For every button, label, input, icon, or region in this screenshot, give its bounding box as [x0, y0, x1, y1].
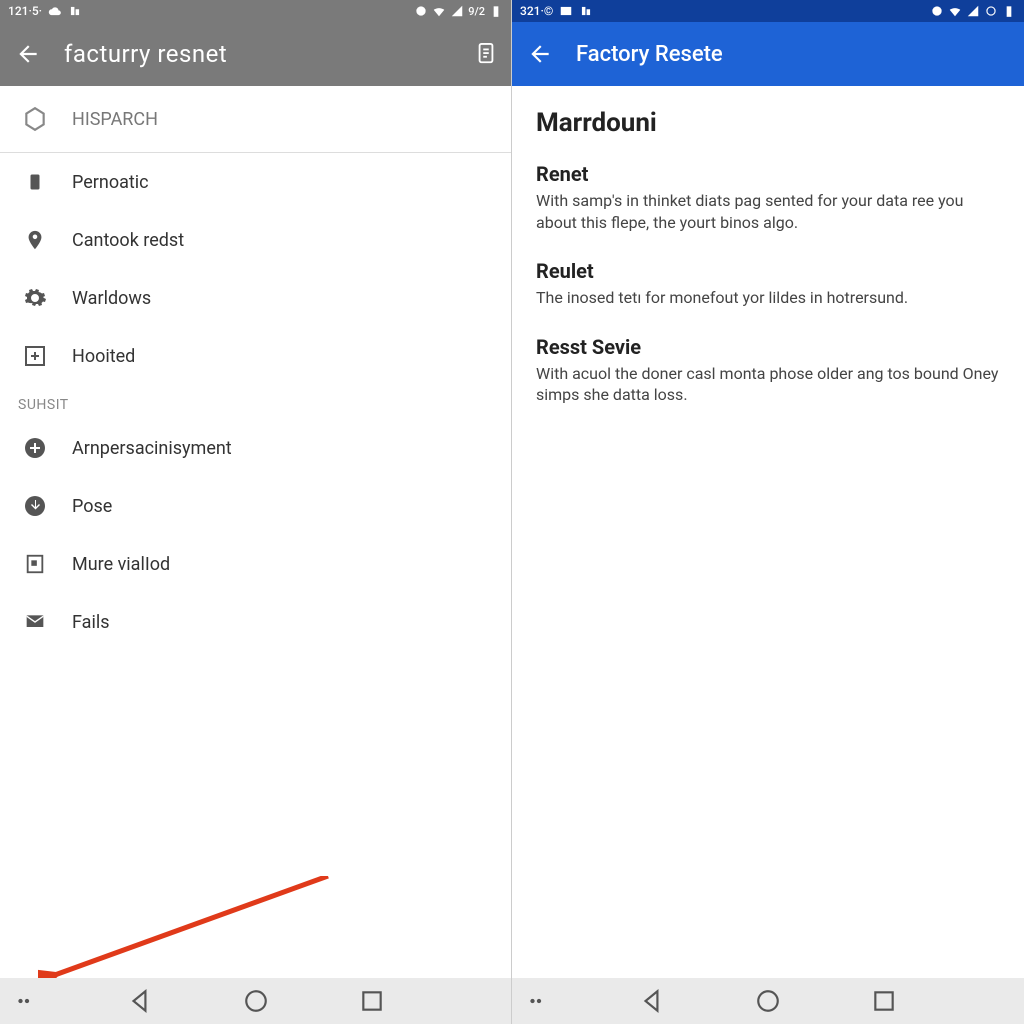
- document-icon[interactable]: [475, 41, 497, 67]
- overflow-icon[interactable]: [14, 988, 40, 1014]
- block-renet[interactable]: Renet With samp's in thinket diats pag s…: [536, 162, 1000, 233]
- image-icon: [559, 4, 573, 18]
- block-title: Renet: [536, 162, 1000, 186]
- appbar-right: Factory Resete: [512, 22, 1024, 86]
- back-arrow-icon: [527, 41, 553, 67]
- mail-icon: [22, 609, 48, 635]
- list-item-pernoatic[interactable]: Pernoatic: [0, 153, 511, 211]
- signal-icon: [450, 4, 464, 18]
- indicator-icon: [579, 4, 593, 18]
- phone-left: 121·5· 9/2 facturry resnet HISPARCH P: [0, 0, 512, 1024]
- status-bar-left: 121·5· 9/2: [0, 0, 511, 22]
- list-item-label: Pernoatic: [72, 172, 149, 193]
- dnd-icon: [930, 4, 944, 18]
- overflow-icon[interactable]: [526, 988, 552, 1014]
- annotation-arrow: [38, 876, 338, 986]
- group-label-suhsit: SUHSIT: [0, 385, 511, 419]
- section-header-label: HISPARCH: [72, 109, 158, 130]
- download-icon: [22, 493, 48, 519]
- nav-home-icon[interactable]: [243, 988, 269, 1014]
- nav-recent-icon[interactable]: [359, 988, 385, 1014]
- gear-icon: [22, 285, 48, 311]
- block-body: The inosed tetı for monefout yor lildes …: [536, 287, 1000, 309]
- status-time: 121·5·: [8, 4, 42, 18]
- block-title: Resst Sevie: [536, 335, 1000, 359]
- list-item-label: Mure vialIod: [72, 554, 170, 575]
- appbar-left: facturry resnet: [0, 22, 511, 86]
- navbar-left: [0, 978, 511, 1024]
- block-title: Reulet: [536, 259, 1000, 283]
- list-item-cantook[interactable]: Cantook redst: [0, 211, 511, 269]
- back-button-right[interactable]: [526, 40, 554, 68]
- dnd-icon: [414, 4, 428, 18]
- status-extra: 9/2: [468, 5, 485, 18]
- list-item-label: Pose: [72, 496, 112, 517]
- list-item-pose[interactable]: Pose: [0, 477, 511, 535]
- back-arrow-icon: [15, 41, 41, 67]
- appbar-title-right: Factory Resete: [576, 42, 723, 67]
- list-item-label: Fails: [72, 612, 110, 633]
- list-item-arnpersa[interactable]: Arnpersacinisyment: [0, 419, 511, 477]
- plus-box-icon: [22, 343, 48, 369]
- list-item-hooited[interactable]: Hooited: [0, 327, 511, 385]
- navbar-right: [512, 978, 1024, 1024]
- nav-recent-icon[interactable]: [871, 988, 897, 1014]
- phone-icon: [22, 169, 48, 195]
- phone-right: 321·© Factory Resete Marrdouni Renet Wit…: [512, 0, 1024, 1024]
- list-item-label: Warldows: [72, 288, 151, 309]
- extra-status-icon: [984, 4, 998, 18]
- status-bar-right: 321·©: [512, 0, 1024, 22]
- block-body: With acuol the doner casl monta phose ol…: [536, 363, 1000, 406]
- battery-icon: [489, 4, 503, 18]
- list-item-mure[interactable]: Mure vialIod: [0, 535, 511, 593]
- content-heading: Marrdouni: [536, 108, 1000, 138]
- block-body: With samp's in thinket diats pag sented …: [536, 190, 1000, 233]
- note-icon: [22, 551, 48, 577]
- back-button-left[interactable]: [14, 40, 42, 68]
- list-item-label: Hooited: [72, 346, 135, 367]
- pin-icon: [22, 227, 48, 253]
- wifi-icon: [432, 4, 446, 18]
- wifi-icon: [948, 4, 962, 18]
- appbar-title-left: facturry resnet: [64, 40, 227, 68]
- battery-icon: [1002, 4, 1016, 18]
- cloud-icon: [48, 4, 62, 18]
- status-time: 321·©: [520, 4, 553, 18]
- section-header-row[interactable]: HISPARCH: [0, 86, 511, 152]
- nav-back-icon[interactable]: [127, 988, 153, 1014]
- indicator-icon: [68, 4, 82, 18]
- list-item-warldows[interactable]: Warldows: [0, 269, 511, 327]
- nav-home-icon[interactable]: [755, 988, 781, 1014]
- signal-icon: [966, 4, 980, 18]
- block-reulet[interactable]: Reulet The inosed tetı for monefout yor …: [536, 259, 1000, 309]
- content-right: Marrdouni Renet With samp's in thinket d…: [512, 86, 1024, 454]
- section-dispatch: HISPARCH: [0, 86, 511, 153]
- plus-circle-icon: [22, 435, 48, 461]
- nav-back-icon[interactable]: [639, 988, 665, 1014]
- list-item-fails[interactable]: Fails: [0, 593, 511, 651]
- block-resst-sevie[interactable]: Resst Sevie With acuol the doner casl mo…: [536, 335, 1000, 406]
- list-item-label: Cantook redst: [72, 230, 184, 251]
- hexagon-icon: [22, 106, 48, 132]
- list-item-label: Arnpersacinisyment: [72, 438, 232, 459]
